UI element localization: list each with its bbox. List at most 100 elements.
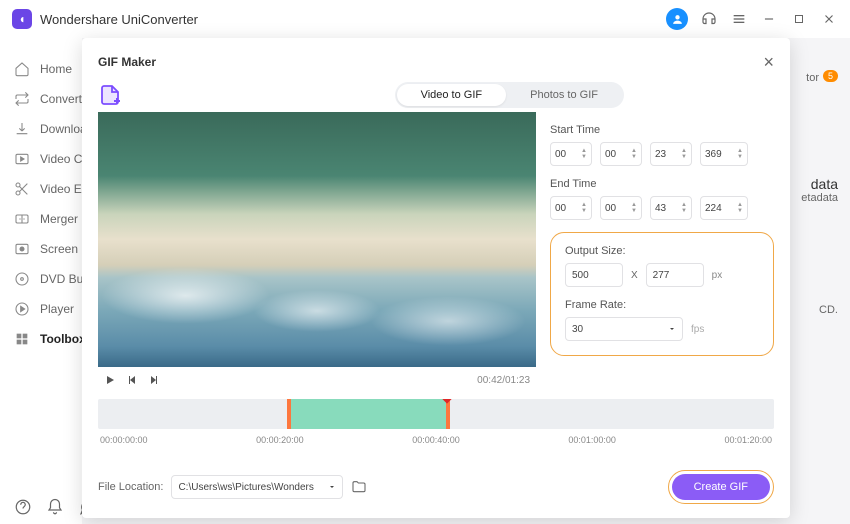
tl-label: 00:00:40:00	[412, 435, 460, 445]
help-icon[interactable]	[14, 498, 32, 516]
support-icon[interactable]	[700, 10, 718, 28]
sidebar-item-label: Video Compressor	[40, 152, 82, 166]
px-label: px	[712, 270, 723, 281]
modal-body: 00:42/01:23 Start Time 00▲▼ 00▲▼ 23▲▼ 36…	[98, 112, 774, 393]
tl-label: 00:01:00:00	[568, 435, 616, 445]
tabs: Video to GIF Photos to GIF	[395, 82, 624, 108]
video-controls: 00:42/01:23	[98, 367, 536, 393]
record-icon	[14, 241, 30, 257]
sidebar-item-dvd[interactable]: DVD Burner	[0, 264, 82, 294]
merge-icon	[14, 211, 30, 227]
disc-icon	[14, 271, 30, 287]
sidebar-item-merger[interactable]: Merger	[0, 204, 82, 234]
sidebar-item-label: Toolbox	[40, 332, 82, 346]
output-settings-box: Output Size: X px Frame Rate: 30 fps	[550, 232, 774, 356]
sidebar-item-home[interactable]: Home	[0, 54, 82, 84]
settings-column: Start Time 00▲▼ 00▲▼ 23▲▼ 369▲▼ End Time…	[550, 112, 774, 393]
modal-header: GIF Maker ×	[98, 48, 774, 76]
timeline[interactable]	[98, 399, 774, 429]
frame-rate-select[interactable]: 30	[565, 317, 683, 341]
frame-rate-row: 30 fps	[565, 317, 759, 341]
start-hour-input[interactable]: 00▲▼	[550, 142, 592, 166]
peek-badge: 5	[823, 70, 838, 82]
start-sec-input[interactable]: 23▲▼	[650, 142, 692, 166]
tl-label: 00:00:00:00	[100, 435, 148, 445]
titlebar-left: ◖ Wondershare UniConverter	[12, 9, 198, 29]
sidebar-item-label: Screen Recorder	[40, 242, 82, 256]
scissors-icon	[14, 181, 30, 197]
play-icon	[14, 301, 30, 317]
bell-icon[interactable]	[46, 498, 64, 516]
video-preview[interactable]	[98, 112, 536, 367]
convert-icon	[14, 91, 30, 107]
file-location-label: File Location:	[98, 481, 163, 493]
sidebar-item-label: Converter	[40, 92, 82, 106]
sidebar-item-downloader[interactable]: Downloader	[0, 114, 82, 144]
modal-close-icon[interactable]: ×	[763, 53, 774, 71]
chevron-down-icon	[668, 325, 676, 333]
create-gif-button[interactable]: Create GIF	[672, 474, 770, 500]
x-separator: X	[631, 270, 638, 281]
play-button-icon[interactable]	[104, 374, 116, 386]
titlebar-right	[666, 8, 838, 30]
sidebar-item-label: Downloader	[40, 122, 82, 136]
timeline-labels: 00:00:00:00 00:00:20:00 00:00:40:00 00:0…	[98, 435, 774, 445]
end-hour-input[interactable]: 00▲▼	[550, 196, 592, 220]
chevron-down-icon	[328, 483, 336, 491]
end-min-input[interactable]: 00▲▼	[600, 196, 642, 220]
start-min-input[interactable]: 00▲▼	[600, 142, 642, 166]
end-time-label: End Time	[550, 178, 774, 190]
output-height-input[interactable]	[646, 263, 704, 287]
compress-icon	[14, 151, 30, 167]
minimize-icon[interactable]	[760, 10, 778, 28]
output-size-label: Output Size:	[565, 245, 759, 257]
home-icon	[14, 61, 30, 77]
file-location-input[interactable]: C:\Users\ws\Pictures\Wonders	[171, 475, 343, 499]
maximize-icon[interactable]	[790, 10, 808, 28]
open-folder-icon[interactable]	[351, 479, 367, 495]
sidebar-item-label: Home	[40, 62, 72, 76]
gif-maker-modal: GIF Maker × Video to GIF Photos to GIF 0…	[82, 38, 790, 518]
output-width-input[interactable]	[565, 263, 623, 287]
end-time-row: 00▲▼ 00▲▼ 43▲▼ 224▲▼	[550, 196, 774, 220]
prev-frame-icon[interactable]	[126, 374, 138, 386]
menu-icon[interactable]	[730, 10, 748, 28]
output-size-row: X px	[565, 263, 759, 287]
app-title: Wondershare UniConverter	[40, 12, 198, 27]
modal-footer: File Location: C:\Users\ws\Pictures\Wond…	[98, 458, 774, 504]
end-ms-input[interactable]: 224▲▼	[700, 196, 748, 220]
add-file-icon[interactable]	[98, 83, 122, 107]
titlebar: ◖ Wondershare UniConverter	[0, 0, 850, 38]
modal-top: Video to GIF Photos to GIF	[98, 80, 774, 110]
sidebar-item-label: Video Editor	[40, 182, 82, 196]
sidebar-item-toolbox[interactable]: Toolbox	[0, 324, 82, 354]
download-icon	[14, 121, 30, 137]
fps-label: fps	[691, 324, 704, 335]
next-frame-icon[interactable]	[148, 374, 160, 386]
tab-video-to-gif[interactable]: Video to GIF	[397, 84, 507, 106]
sidebar-item-compressor[interactable]: Video Compressor	[0, 144, 82, 174]
frame-rate-label: Frame Rate:	[565, 299, 759, 311]
sidebar-item-label: Merger	[40, 212, 78, 226]
toolbox-icon	[14, 331, 30, 347]
sidebar-item-editor[interactable]: Video Editor	[0, 174, 82, 204]
close-icon[interactable]	[820, 10, 838, 28]
create-button-highlight: Create GIF	[668, 470, 774, 504]
sidebar-item-player[interactable]: Player	[0, 294, 82, 324]
user-avatar-icon[interactable]	[666, 8, 688, 30]
modal-title: GIF Maker	[98, 55, 156, 69]
end-sec-input[interactable]: 43▲▼	[650, 196, 692, 220]
tl-label: 00:01:20:00	[724, 435, 772, 445]
timeline-area: 00:00:00:00 00:00:20:00 00:00:40:00 00:0…	[98, 399, 774, 445]
tl-label: 00:00:20:00	[256, 435, 304, 445]
tab-photos-to-gif[interactable]: Photos to GIF	[506, 84, 622, 106]
sidebar-item-recorder[interactable]: Screen Recorder	[0, 234, 82, 264]
sidebar-item-label: Player	[40, 302, 74, 316]
video-time: 00:42/01:23	[477, 375, 530, 386]
app-logo-icon: ◖	[12, 9, 32, 29]
start-ms-input[interactable]: 369▲▼	[700, 142, 748, 166]
sidebar-item-converter[interactable]: Converter	[0, 84, 82, 114]
sidebar-item-label: DVD Burner	[40, 272, 82, 286]
peek-text: tor	[806, 72, 819, 84]
timeline-range[interactable]	[287, 399, 449, 429]
